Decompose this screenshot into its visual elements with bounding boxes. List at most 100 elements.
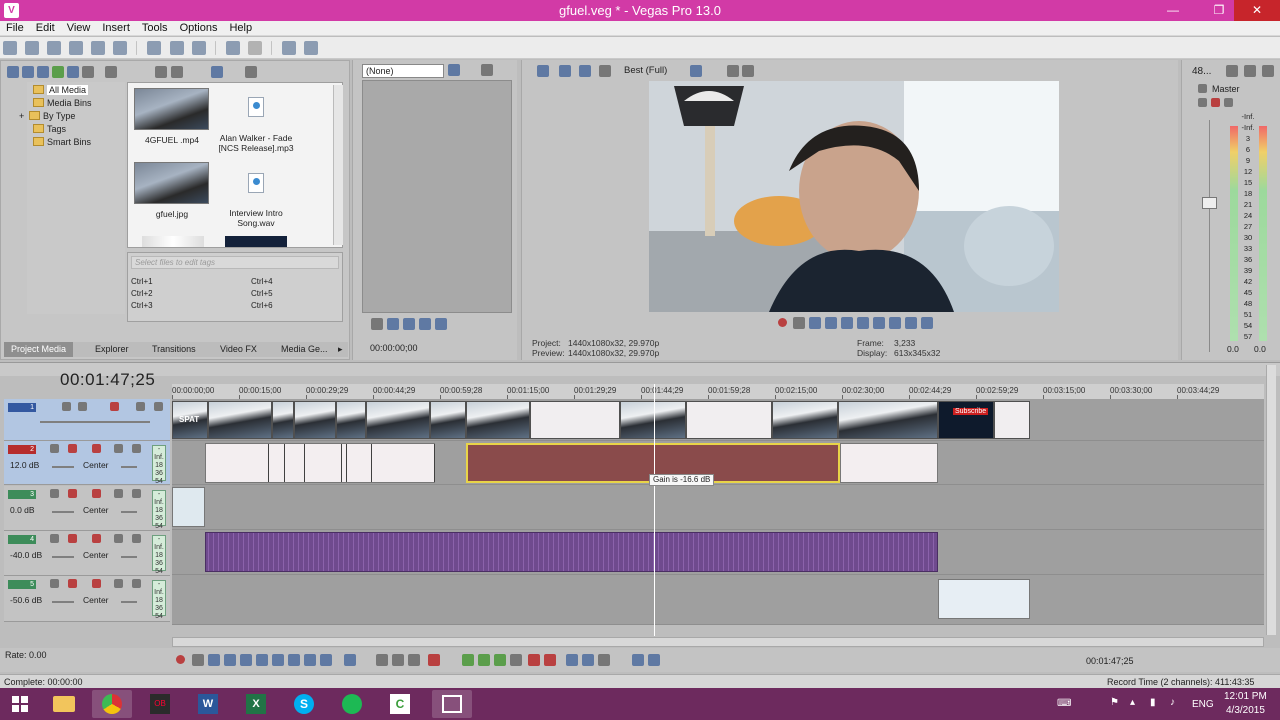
media-thumbnail-4gfuel[interactable] [134, 88, 209, 130]
redo-icon[interactable] [247, 41, 262, 55]
track-fx-icon[interactable] [50, 489, 59, 498]
delete-icon[interactable] [105, 66, 117, 78]
playhead-cursor[interactable] [654, 384, 655, 636]
track-pan-slider[interactable] [121, 511, 137, 513]
refresh-icon[interactable] [52, 66, 64, 78]
track-volume-slider[interactable] [52, 466, 74, 468]
pause-icon[interactable] [240, 654, 252, 666]
split-icon[interactable] [494, 654, 506, 666]
menu-view[interactable]: View [61, 21, 97, 35]
lock-icon[interactable] [510, 654, 522, 666]
tree-item-all-media[interactable]: All Media [33, 84, 89, 97]
play-from-start-icon[interactable] [809, 317, 821, 329]
video-clip[interactable] [208, 401, 272, 439]
video-clip[interactable] [620, 401, 686, 439]
paste-icon[interactable] [191, 41, 206, 55]
stop-icon[interactable] [857, 317, 869, 329]
media-thumbnail-partial[interactable] [225, 236, 287, 247]
audio-events-icon[interactable] [648, 654, 660, 666]
preview-fx-icon[interactable] [579, 65, 591, 77]
record-icon[interactable] [778, 318, 787, 327]
zoom-tool-icon[interactable] [408, 654, 420, 666]
audio-clip[interactable] [840, 443, 938, 483]
track-composite-icon[interactable] [110, 402, 119, 411]
timeline-track-area[interactable]: SPAT Subscribe [172, 399, 1264, 625]
audio-file-icon[interactable] [248, 173, 264, 193]
track-pan-slider[interactable] [121, 556, 137, 558]
import-media-icon[interactable] [7, 66, 19, 78]
volume-icon[interactable]: ♪ [1170, 697, 1175, 708]
cut-icon[interactable] [147, 41, 162, 55]
minimize-button[interactable]: — [1158, 0, 1188, 21]
insert-region-icon[interactable] [544, 654, 556, 666]
burn-disc-icon[interactable] [281, 41, 296, 55]
copy-icon[interactable] [169, 41, 184, 55]
tab-scroll-arrow[interactable]: ▸ [338, 342, 343, 357]
track-automation-icon[interactable] [92, 579, 101, 588]
track-solo-icon[interactable] [132, 489, 141, 498]
clock-date[interactable]: 4/3/2015 [1226, 705, 1265, 716]
master-mute-icon[interactable] [1244, 65, 1256, 77]
subscribe-clip[interactable]: Subscribe [938, 401, 994, 439]
master-fader-handle[interactable] [1202, 197, 1217, 209]
tab-transitions[interactable]: Transitions [152, 342, 196, 357]
pause-icon[interactable] [419, 318, 431, 330]
tree-item-smart-bins[interactable]: Smart Bins [33, 136, 91, 149]
master-settings-icon[interactable] [1226, 65, 1238, 77]
go-to-start-icon[interactable] [272, 654, 284, 666]
media-grid-scrollbar[interactable] [333, 85, 343, 245]
go-to-end-icon[interactable] [288, 654, 300, 666]
track-solo-icon[interactable] [132, 579, 141, 588]
track-lane-3[interactable] [172, 485, 1264, 530]
close-button[interactable]: ✕ [1234, 0, 1280, 21]
track-lane-2[interactable] [172, 441, 1264, 485]
tab-explorer[interactable]: Explorer [95, 342, 129, 357]
trimmer-option-icon[interactable] [448, 64, 460, 76]
track-volume-slider[interactable] [52, 601, 74, 603]
track-header-2[interactable]: 2 12.0 dB Center -Inf. 18 36 54 [4, 441, 170, 485]
track-fx-icon[interactable] [62, 402, 71, 411]
audio-clip[interactable] [938, 579, 1030, 619]
tag-input[interactable]: Select files to edit tags [131, 256, 339, 269]
capture-video-icon[interactable] [22, 66, 34, 78]
menu-tools[interactable]: Tools [136, 21, 174, 35]
menu-edit[interactable]: Edit [30, 21, 61, 35]
new-project-icon[interactable] [3, 41, 17, 55]
snapping-icon[interactable] [566, 654, 578, 666]
play-from-start-icon[interactable] [387, 318, 399, 330]
save-as-icon[interactable] [69, 41, 84, 55]
trimmer-source-select[interactable]: (None) [362, 64, 444, 78]
track-header-5[interactable]: 5 -50.6 dB Center -Inf. 18 36 54 [4, 576, 170, 622]
tree-item-by-type[interactable]: + By Type [19, 110, 75, 123]
timeline-horizontal-scrollbar[interactable] [172, 637, 1264, 647]
track-volume-slider[interactable] [52, 511, 74, 513]
properties-icon[interactable] [113, 41, 128, 55]
track-arm-icon[interactable] [68, 444, 77, 453]
trim-start-icon[interactable] [462, 654, 474, 666]
envelope-tool-icon[interactable] [376, 654, 388, 666]
preview-properties-icon[interactable] [537, 65, 549, 77]
loop-playback-icon[interactable] [793, 317, 805, 329]
obs-icon[interactable]: OB [140, 690, 180, 718]
whats-this-help-icon[interactable] [303, 41, 318, 55]
menu-help[interactable]: Help [223, 21, 258, 35]
go-to-end-icon[interactable] [889, 317, 901, 329]
track-arm-icon[interactable] [68, 579, 77, 588]
ignore-grouping-icon[interactable] [632, 654, 644, 666]
trimmer-close-icon[interactable] [481, 64, 493, 76]
master-fx-icon[interactable] [1198, 98, 1207, 107]
next-frame-icon[interactable] [320, 654, 332, 666]
track-solo-icon[interactable] [132, 444, 141, 453]
video-clip[interactable] [994, 401, 1030, 439]
save-snapshot-icon[interactable] [742, 65, 754, 77]
lock-envelopes-icon[interactable] [598, 654, 610, 666]
stop-icon[interactable] [435, 318, 447, 330]
master-solo-icon[interactable] [1262, 65, 1274, 77]
master-checkbox-icon[interactable] [1198, 84, 1207, 93]
play-icon[interactable] [825, 317, 837, 329]
track-solo-icon[interactable] [132, 534, 141, 543]
loop-icon[interactable] [371, 318, 383, 330]
track-pan-slider[interactable] [121, 601, 137, 603]
audio-clip[interactable] [205, 443, 435, 483]
get-media-icon[interactable] [37, 66, 49, 78]
